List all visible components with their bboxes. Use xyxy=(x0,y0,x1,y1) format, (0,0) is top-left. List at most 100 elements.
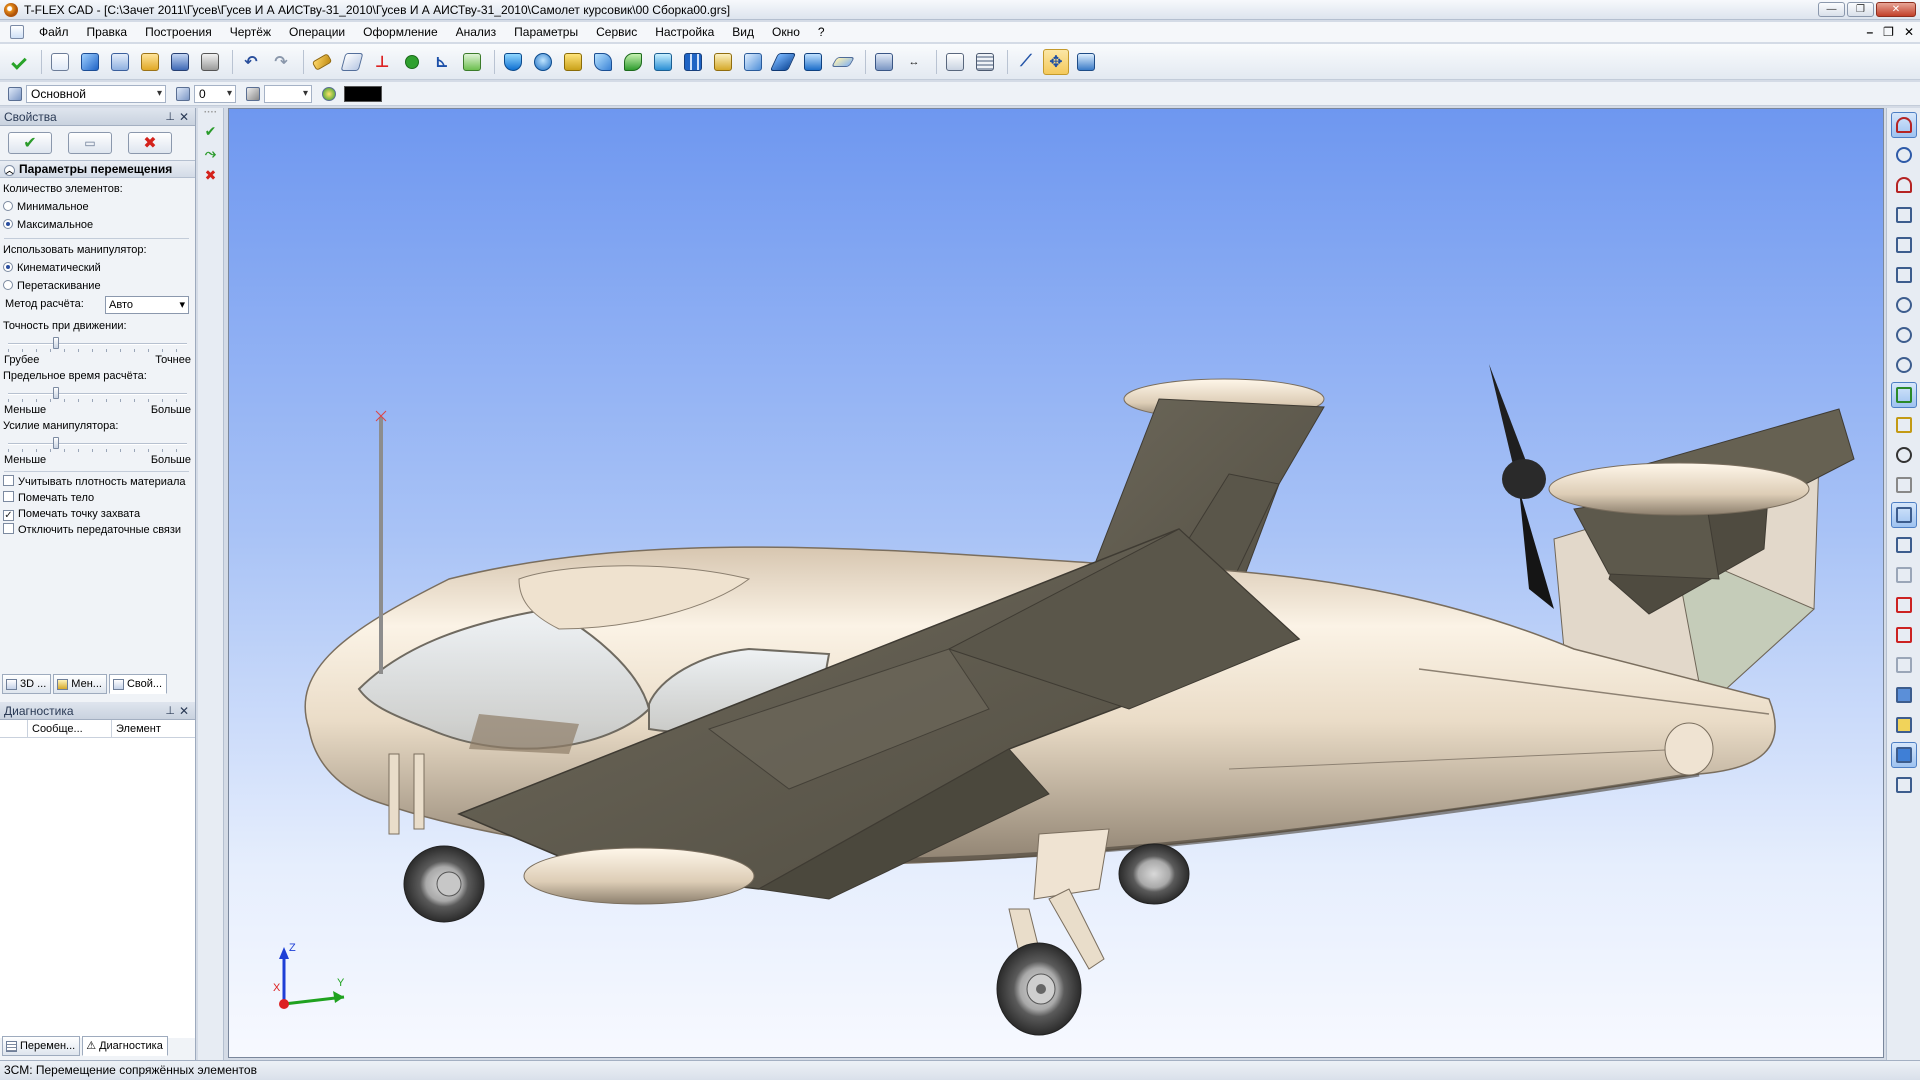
3d-node-icon[interactable] xyxy=(399,49,425,75)
new-assembly-icon[interactable] xyxy=(107,49,133,75)
menu-help[interactable]: ? xyxy=(809,22,834,42)
wireframe-icon[interactable] xyxy=(1891,652,1917,678)
opt-disable-links[interactable]: Отключить передаточные связи xyxy=(0,522,195,538)
menu-settings[interactable]: Настройка xyxy=(646,22,723,42)
menu-file[interactable]: Файл xyxy=(30,22,78,42)
zoom-extents-icon[interactable] xyxy=(1891,262,1917,288)
shell-icon[interactable] xyxy=(740,49,766,75)
document-icon[interactable] xyxy=(10,25,24,39)
airplane-model[interactable]: X Y Z xyxy=(229,109,1884,1058)
move-mated-elements-icon[interactable]: ✥ xyxy=(1043,48,1069,75)
undo-icon[interactable]: ↶ xyxy=(238,49,264,75)
tab-diagnostics[interactable]: ⚠ Диагностика xyxy=(82,1036,168,1056)
menu-analysis[interactable]: Анализ xyxy=(447,22,506,42)
method-select[interactable]: Авто xyxy=(105,296,189,314)
doc-close-button[interactable]: ✕ xyxy=(1904,25,1914,39)
loft-icon[interactable] xyxy=(560,49,586,75)
window-frame-icon[interactable] xyxy=(1891,772,1917,798)
opt-density[interactable]: Учитывать плотность материала xyxy=(0,474,195,490)
calculator-icon[interactable] xyxy=(972,49,998,75)
sheet-metal-icon[interactable] xyxy=(769,49,797,75)
opt-mark-point[interactable]: ✓ Помечать точку захвата xyxy=(0,506,195,522)
radio-button[interactable] xyxy=(3,262,13,272)
confirm-double-check-icon[interactable] xyxy=(6,49,32,75)
show-axes-icon[interactable] xyxy=(1890,502,1917,528)
mates-icon[interactable]: ⟋ xyxy=(1013,49,1039,75)
cancel-icon[interactable]: ✖ xyxy=(202,166,220,184)
close-button[interactable]: ✕ xyxy=(1876,2,1916,17)
force-slider[interactable] xyxy=(8,435,187,453)
tab-variables[interactable]: Перемен... xyxy=(2,1036,81,1056)
move-params-section[interactable]: ︿ Параметры перемещения xyxy=(0,160,195,178)
pin-icon[interactable]: ⊥ xyxy=(165,702,175,720)
menu-design[interactable]: Оформление xyxy=(354,22,446,42)
menu-construct[interactable]: Построения xyxy=(136,22,221,42)
rotate-body-icon[interactable] xyxy=(530,49,556,75)
doc-restore-button[interactable]: ❐ xyxy=(1883,25,1894,39)
slider-thumb[interactable] xyxy=(52,337,59,349)
show-lines-icon[interactable] xyxy=(1891,472,1917,498)
check-body-icon[interactable] xyxy=(1891,592,1917,618)
preview-button[interactable]: ▭ xyxy=(68,132,112,154)
eraser-icon[interactable] xyxy=(309,49,335,75)
tflex-app-icon[interactable] xyxy=(4,2,18,17)
3d-path-icon[interactable] xyxy=(459,49,485,75)
restore-button[interactable]: ❐ xyxy=(1847,2,1874,17)
col-element[interactable]: Элемент xyxy=(112,720,192,737)
color-palette-icon[interactable] xyxy=(322,86,336,101)
precision-slider[interactable] xyxy=(8,335,187,353)
thread-icon[interactable] xyxy=(710,49,736,75)
checkbox[interactable] xyxy=(3,491,14,502)
smooth-edges-icon[interactable] xyxy=(650,49,676,75)
layer-select[interactable]: Основной xyxy=(26,84,166,103)
dimension-icon[interactable]: ↔ xyxy=(901,49,927,75)
minimize-button[interactable]: — xyxy=(1818,2,1845,17)
checkbox-checked[interactable]: ✓ xyxy=(3,510,14,521)
tab-3d-model[interactable]: 3D ... xyxy=(2,674,52,694)
show-copies-icon[interactable] xyxy=(1891,562,1917,588)
tab-properties[interactable]: Свой... xyxy=(108,674,168,694)
redo-icon[interactable]: ↷ xyxy=(268,49,294,75)
radio-button[interactable] xyxy=(3,201,13,211)
priority-stepper[interactable] xyxy=(264,84,312,103)
level-stepper[interactable]: 0 xyxy=(194,84,236,103)
menu-view[interactable]: Вид xyxy=(723,22,763,42)
shaded-icon[interactable] xyxy=(1891,682,1917,708)
extrude-icon[interactable] xyxy=(500,49,526,75)
zoom-in-icon[interactable] xyxy=(1891,292,1917,318)
local-cs-icon[interactable]: ⊥ xyxy=(369,49,395,75)
pin-icon[interactable]: ⊥ xyxy=(165,108,175,126)
zoom-previous-icon[interactable] xyxy=(1891,352,1917,378)
new-document-icon[interactable] xyxy=(47,49,73,75)
show-nodes-icon[interactable] xyxy=(1891,442,1917,468)
show-mates-icon[interactable] xyxy=(1890,382,1917,408)
count-min-option[interactable]: Минимальное xyxy=(0,198,195,216)
snap-point-icon[interactable] xyxy=(1891,142,1917,168)
color-swatch[interactable] xyxy=(344,85,382,102)
open-folder-icon[interactable] xyxy=(137,49,163,75)
check-assembly-icon[interactable] xyxy=(1891,622,1917,648)
slider-thumb[interactable] xyxy=(52,437,59,449)
radio-button[interactable] xyxy=(3,219,13,229)
manip-drag-option[interactable]: Перетаскивание xyxy=(0,277,195,295)
show-dimensions-icon[interactable] xyxy=(1891,412,1917,438)
menu-operations[interactable]: Операции xyxy=(280,22,354,42)
menu-parameters[interactable]: Параметры xyxy=(505,22,587,42)
menu-edit[interactable]: Правка xyxy=(78,22,137,42)
zoom-window-icon[interactable] xyxy=(1891,202,1917,228)
collapse-chevron-icon[interactable]: ︿ xyxy=(4,165,15,176)
slider-thumb[interactable] xyxy=(52,387,59,399)
new-3d-document-icon[interactable] xyxy=(77,49,103,75)
radio-button[interactable] xyxy=(3,280,13,290)
menu-window[interactable]: Окно xyxy=(763,22,809,42)
select-mates-icon[interactable]: ⤳ xyxy=(202,144,220,162)
close-panel-icon[interactable]: ✕ xyxy=(179,702,189,720)
time-slider[interactable] xyxy=(8,385,187,403)
ok-button[interactable]: ✔ xyxy=(8,132,52,154)
fragment-icon[interactable] xyxy=(1073,49,1099,75)
tab-menu[interactable]: Мен... xyxy=(53,674,107,694)
magnet-icon[interactable] xyxy=(1891,172,1917,198)
save-icon[interactable] xyxy=(167,49,193,75)
measure-icon[interactable] xyxy=(942,49,968,75)
manip-kinematic-option[interactable]: Кинематический xyxy=(0,259,195,277)
